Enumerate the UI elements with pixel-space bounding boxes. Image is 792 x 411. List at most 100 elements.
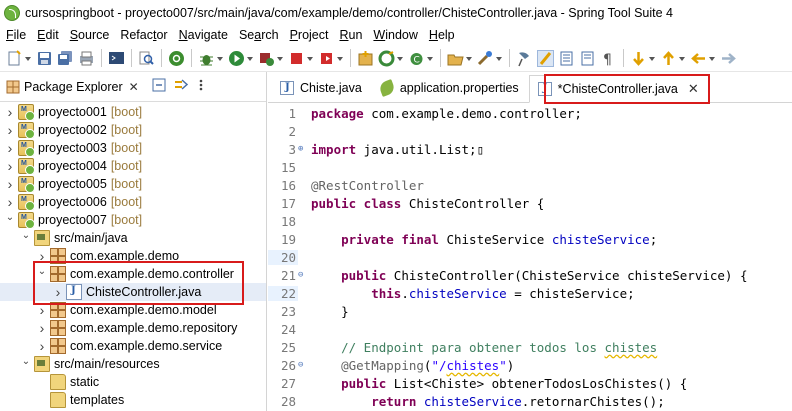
new-class-dropdown-icon[interactable] <box>427 50 433 67</box>
run-dropdown-icon[interactable] <box>247 50 253 67</box>
code-line[interactable]: 18 <box>268 212 792 230</box>
show-whitespace-icon[interactable]: ¶ <box>600 50 617 68</box>
tree-item[interactable]: › proyecto006[boot] <box>0 193 266 211</box>
chevron-right-icon[interactable]: › <box>4 176 16 192</box>
chevron-right-icon[interactable]: › <box>52 284 64 300</box>
back-dropdown-icon[interactable] <box>709 50 715 67</box>
toggle-block-selection-icon[interactable] <box>558 50 575 67</box>
chevron-down-icon[interactable]: ⌄ <box>36 265 48 277</box>
chevron-right-icon[interactable]: › <box>4 140 16 156</box>
code-line[interactable]: 2 <box>268 122 792 140</box>
previous-edit-icon[interactable] <box>660 50 677 67</box>
tree-item[interactable]: ⌄ com.example.demo.controller <box>0 265 266 283</box>
new-spring-dropdown-icon[interactable] <box>397 50 403 67</box>
forward-icon[interactable] <box>720 50 737 67</box>
toggle-breadcrumb-icon[interactable] <box>579 50 596 67</box>
new-java-project-icon[interactable] <box>357 50 374 67</box>
search-icon[interactable] <box>138 50 155 67</box>
code-line[interactable]: 20 <box>268 248 792 266</box>
chevron-down-icon[interactable]: ⌄ <box>20 229 32 241</box>
collapse-all-icon[interactable] <box>151 77 167 96</box>
editor-tab[interactable]: application.properties <box>372 74 529 102</box>
fold-toggle-icon[interactable]: ⊖ <box>298 270 308 280</box>
spring-boot-dashboard-icon[interactable] <box>168 50 185 67</box>
tree-item[interactable]: › proyecto004[boot] <box>0 157 266 175</box>
code-line[interactable]: 17 public class ChisteController { <box>268 194 792 212</box>
code-line[interactable]: 23 } <box>268 302 792 320</box>
open-task-dropdown-icon[interactable] <box>496 50 502 67</box>
relaunch-icon[interactable] <box>318 50 335 67</box>
package-explorer-tab[interactable]: Package Explorer ✕ <box>6 72 139 102</box>
back-icon[interactable] <box>690 50 707 67</box>
menu-navigate[interactable]: Navigate <box>175 28 235 42</box>
tree-item[interactable]: templates <box>0 391 266 409</box>
open-task-icon[interactable] <box>477 50 494 67</box>
print-icon[interactable] <box>78 50 95 67</box>
editor-tab[interactable]: *ChisteController.java ✕ <box>528 75 710 103</box>
code-line[interactable]: 28 return chisteService.retornarChistes(… <box>268 392 792 410</box>
next-edit-icon[interactable] <box>630 50 647 67</box>
code-line[interactable]: 15 <box>268 158 792 176</box>
run-last-tool-icon[interactable] <box>258 50 275 67</box>
tree-item[interactable]: › com.example.demo.model <box>0 301 266 319</box>
code-line[interactable]: 26 ⊖ @GetMapping("/chistes") <box>268 356 792 374</box>
tree-item[interactable]: › com.example.demo.service <box>0 337 266 355</box>
chevron-down-icon[interactable]: ⌄ <box>4 211 16 223</box>
code-line[interactable]: 21 ⊖ public ChisteController(ChisteServic… <box>268 266 792 284</box>
previous-edit-dropdown-icon[interactable] <box>679 50 685 67</box>
chevron-right-icon[interactable]: › <box>36 248 48 264</box>
code-line[interactable]: 25 // Endpoint para obtener todos los ch… <box>268 338 792 356</box>
menu-refactor[interactable]: Refactor <box>116 28 174 42</box>
menu-search[interactable]: Search <box>235 28 286 42</box>
debug-dropdown-icon[interactable] <box>217 50 223 67</box>
run-icon[interactable] <box>228 50 245 67</box>
menu-run[interactable]: Run <box>335 28 369 42</box>
new-icon[interactable] <box>6 49 23 67</box>
tree-item[interactable]: ⌄ src/main/java <box>0 229 266 247</box>
next-edit-dropdown-icon[interactable] <box>649 50 655 67</box>
link-with-editor-icon[interactable] <box>173 77 189 96</box>
terminal-icon[interactable] <box>108 50 125 67</box>
chevron-right-icon[interactable]: › <box>36 302 48 318</box>
chevron-right-icon[interactable]: › <box>4 104 16 120</box>
fold-toggle-icon[interactable]: ⊖ <box>298 360 308 370</box>
open-type-icon[interactable] <box>447 50 464 67</box>
chevron-right-icon[interactable]: › <box>36 320 48 336</box>
tree-item[interactable]: static <box>0 373 266 391</box>
chevron-right-icon[interactable]: › <box>36 338 48 354</box>
fold-toggle-icon[interactable]: ⊕ <box>298 144 308 154</box>
code-line[interactable]: 24 <box>268 320 792 338</box>
tree-item[interactable]: › proyecto001[boot] <box>0 103 266 121</box>
close-icon[interactable]: ✕ <box>129 80 139 94</box>
code-line[interactable]: 1 package com.example.demo.controller; <box>268 104 792 122</box>
tree-item[interactable]: › proyecto002[boot] <box>0 121 266 139</box>
code-line[interactable]: 27 public List<Chiste> obtenerTodosLosCh… <box>268 374 792 392</box>
tree-item[interactable]: › com.example.demo <box>0 247 266 265</box>
run-last-tool-dropdown-icon[interactable] <box>277 50 283 67</box>
tree-item[interactable]: ⌄ proyecto007[boot] <box>0 211 266 229</box>
relaunch-dropdown-icon[interactable] <box>337 50 343 67</box>
debug-icon[interactable] <box>198 50 215 67</box>
menu-project[interactable]: Project <box>286 28 336 42</box>
code-line[interactable]: 22 this.chisteService = chisteService; <box>268 284 792 302</box>
open-type-dropdown-icon[interactable] <box>466 50 472 67</box>
editor-tab[interactable]: Chiste.java <box>272 74 372 102</box>
new-dropdown-icon[interactable] <box>25 50 31 67</box>
tree-item[interactable]: › proyecto005[boot] <box>0 175 266 193</box>
tree-item[interactable]: › com.example.demo.repository <box>0 319 266 337</box>
menu-window[interactable]: Window <box>369 28 424 42</box>
menu-help[interactable]: Help <box>425 28 462 42</box>
menu-edit[interactable]: Edit <box>33 28 66 42</box>
chevron-down-icon[interactable]: ⌄ <box>20 355 32 367</box>
code-line[interactable]: 19 private final ChisteService chisteSer… <box>268 230 792 248</box>
next-annotation-icon[interactable] <box>516 50 533 67</box>
stop-icon[interactable] <box>288 50 305 67</box>
new-spring-starter-icon[interactable] <box>378 50 395 67</box>
toggle-mark-occurrences-icon[interactable] <box>537 49 554 67</box>
save-all-icon[interactable] <box>57 50 74 67</box>
tree-item[interactable]: ⌄ src/main/resources <box>0 355 266 373</box>
chevron-right-icon[interactable]: › <box>4 194 16 210</box>
save-icon[interactable] <box>36 50 53 67</box>
menu-source[interactable]: Source <box>66 28 117 42</box>
chevron-right-icon[interactable]: › <box>4 122 16 138</box>
